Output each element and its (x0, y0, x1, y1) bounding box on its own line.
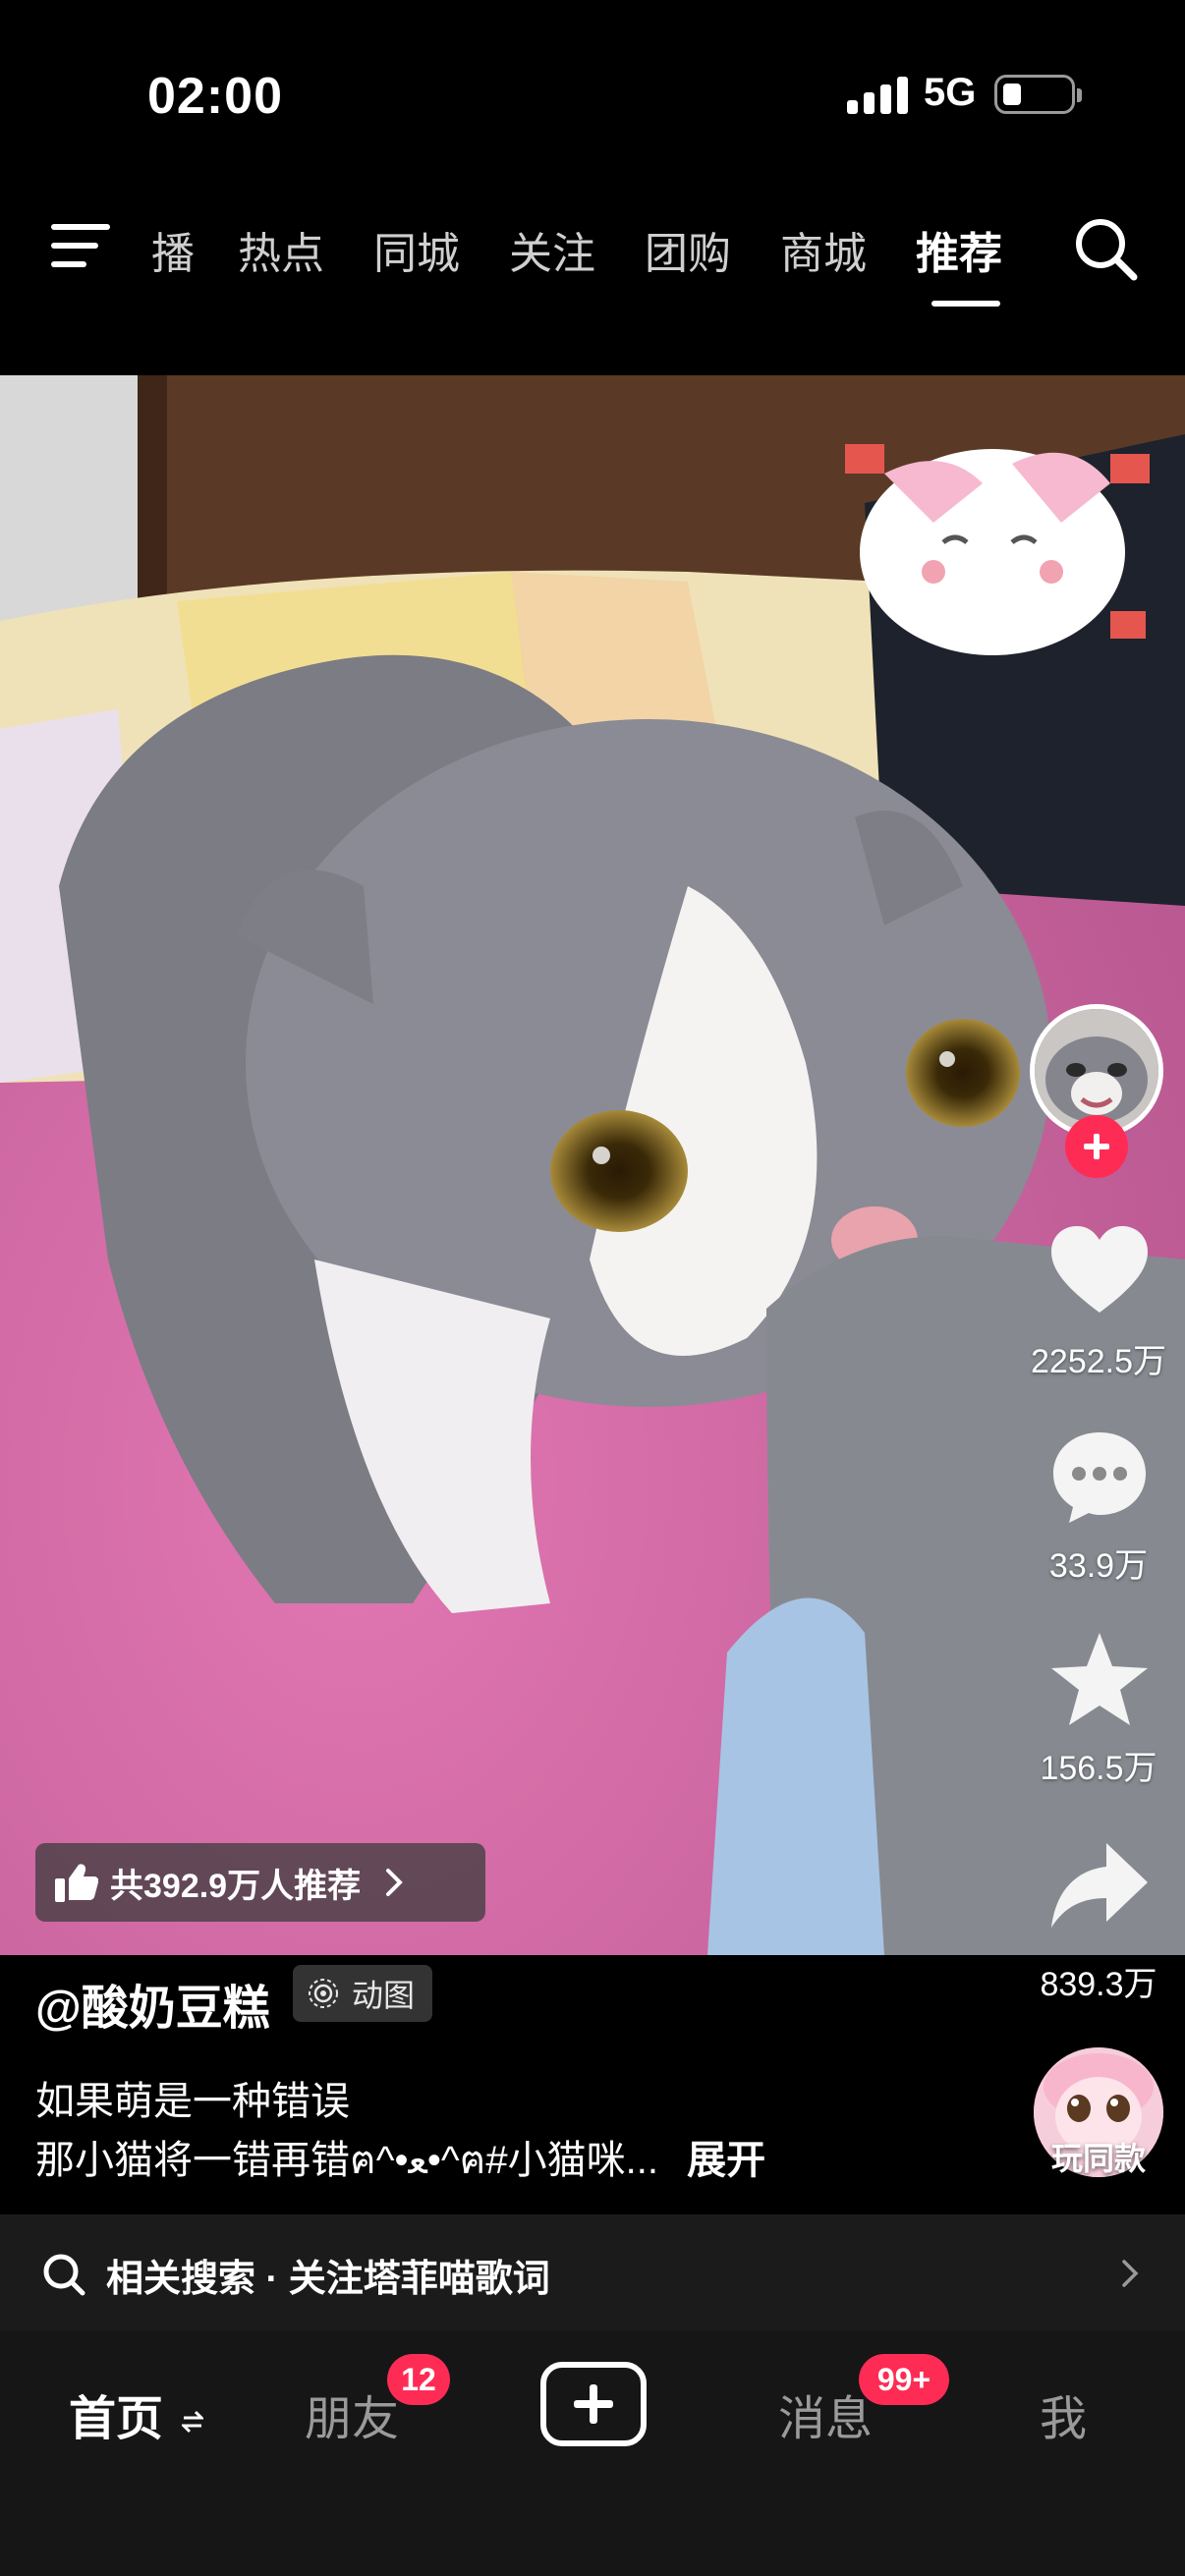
same-style-label[interactable]: 玩同款 (1032, 2134, 1165, 2179)
recommend-pill[interactable]: 共392.9万人推荐 (35, 1843, 485, 1922)
related-search-text: 相关搜索 · 关注塔菲喵歌词 (106, 2259, 550, 2300)
battery-icon (994, 75, 1082, 114)
network-type: 5G (924, 71, 977, 114)
plus-icon (574, 2384, 613, 2424)
status-time: 02:00 (147, 68, 283, 125)
caption-line-2: 那小猫将一错再错ฅ^•ﻌ•^ฅ#小猫咪... 展开 (35, 2128, 765, 2191)
chevron-right-icon (1122, 2260, 1139, 2287)
share-count: 839.3万 (1040, 1966, 1157, 2003)
tab-following[interactable]: 关注 (509, 218, 595, 281)
swap-icon (180, 2410, 205, 2434)
comment-count: 33.9万 (1048, 1547, 1149, 1585)
signal-icon (847, 77, 908, 114)
search-icon (43, 2254, 85, 2296)
heart-icon[interactable] (1045, 1218, 1154, 1326)
share-icon[interactable] (1045, 1833, 1154, 1941)
thumbs-up-icon (55, 1864, 98, 1902)
create-button[interactable] (540, 2362, 647, 2446)
comment-icon[interactable] (1045, 1423, 1154, 1531)
motion-badge: 动图 (293, 1965, 433, 2022)
active-tab-indicator (931, 301, 1000, 307)
tab-recommend[interactable]: 推荐 (916, 218, 1002, 281)
chevron-right-icon (386, 1869, 403, 1896)
tab-mall[interactable]: 商城 (780, 218, 867, 281)
video-player[interactable] (0, 375, 1185, 1955)
messages-badge: 99+ (859, 2354, 949, 2405)
friends-badge: 12 (387, 2354, 450, 2405)
tab-local[interactable]: 同城 (373, 218, 460, 281)
recommend-text: 共392.9万人推荐 (110, 1867, 362, 1905)
search-icon[interactable] (1071, 214, 1140, 283)
cat-video-frame (0, 375, 1185, 1955)
related-search-bar[interactable]: 相关搜索 · 关注塔菲喵歌词 (0, 2214, 1185, 2330)
star-icon[interactable] (1045, 1627, 1154, 1735)
plus-icon (1084, 1134, 1109, 1159)
author-username[interactable]: @酸奶豆糕 (35, 1969, 270, 2038)
like-count: 2252.5万 (1031, 1343, 1166, 1380)
tab-live[interactable]: 播 (151, 218, 195, 281)
favorite-count: 156.5万 (1040, 1750, 1157, 1787)
menu-icon[interactable] (51, 220, 114, 271)
caption-text: 那小猫将一错再错ฅ^•ﻌ•^ฅ#小猫咪... (35, 2139, 658, 2182)
caption-line-1: 如果萌是一种错误 (35, 2080, 350, 2123)
motion-badge-label: 动图 (352, 1978, 416, 2013)
motion-icon (309, 1979, 338, 2008)
tab-me[interactable]: 我 (1040, 2380, 1087, 2448)
expand-button[interactable]: 展开 (687, 2139, 765, 2182)
tab-friends[interactable]: 朋友 (305, 2380, 399, 2448)
tab-hot[interactable]: 热点 (238, 218, 324, 281)
tab-messages[interactable]: 消息 (778, 2380, 873, 2448)
follow-button[interactable] (1065, 1115, 1128, 1178)
tab-home[interactable]: 首页 (69, 2380, 205, 2448)
tab-group-buy[interactable]: 团购 (645, 218, 731, 281)
tab-home-label: 首页 (69, 2393, 164, 2445)
